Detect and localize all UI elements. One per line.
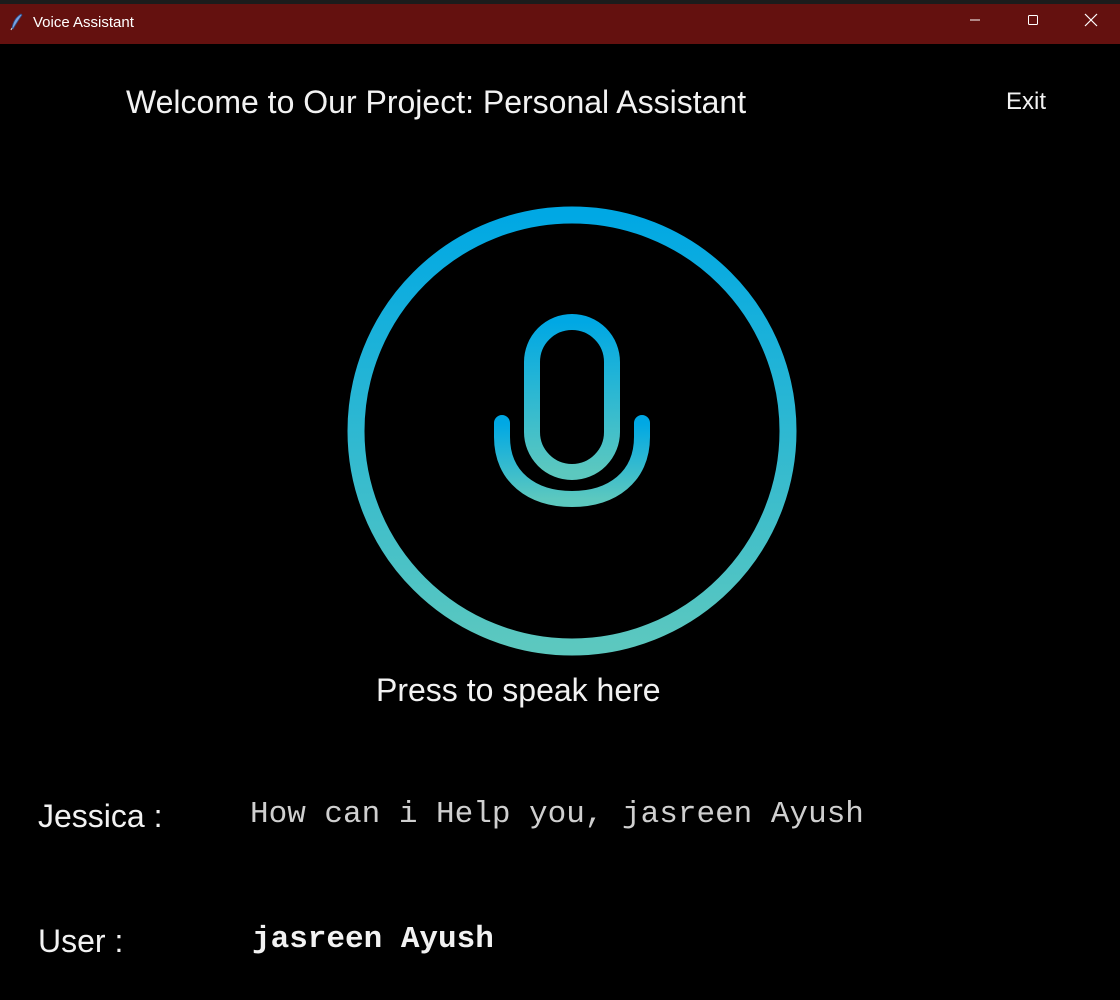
microphone-icon <box>347 206 797 656</box>
user-label: User : <box>38 923 124 959</box>
window-title: Voice Assistant <box>33 14 134 31</box>
speak-prompt-label: Press to speak here <box>376 672 661 708</box>
voice-assistant-window: Voice Assistant Welcome to Our Project: … <box>0 0 1120 1000</box>
minimize-icon <box>969 13 981 31</box>
page-title: Welcome to Our Project: Personal Assista… <box>126 84 747 120</box>
exit-button[interactable]: Exit <box>1006 88 1046 116</box>
speak-button[interactable] <box>346 205 798 657</box>
maximize-icon <box>1027 13 1039 31</box>
assistant-label: Jessica : <box>38 798 163 834</box>
user-message: jasreen Ayush <box>252 922 494 957</box>
close-button[interactable] <box>1062 0 1120 44</box>
close-icon <box>1084 13 1098 32</box>
assistant-message: How can i Help you, jasreen Ayush <box>250 797 864 832</box>
feather-pen-icon <box>9 13 25 31</box>
title-bar: Voice Assistant <box>0 0 1120 44</box>
minimize-button[interactable] <box>946 0 1004 44</box>
maximize-button[interactable] <box>1004 0 1062 44</box>
